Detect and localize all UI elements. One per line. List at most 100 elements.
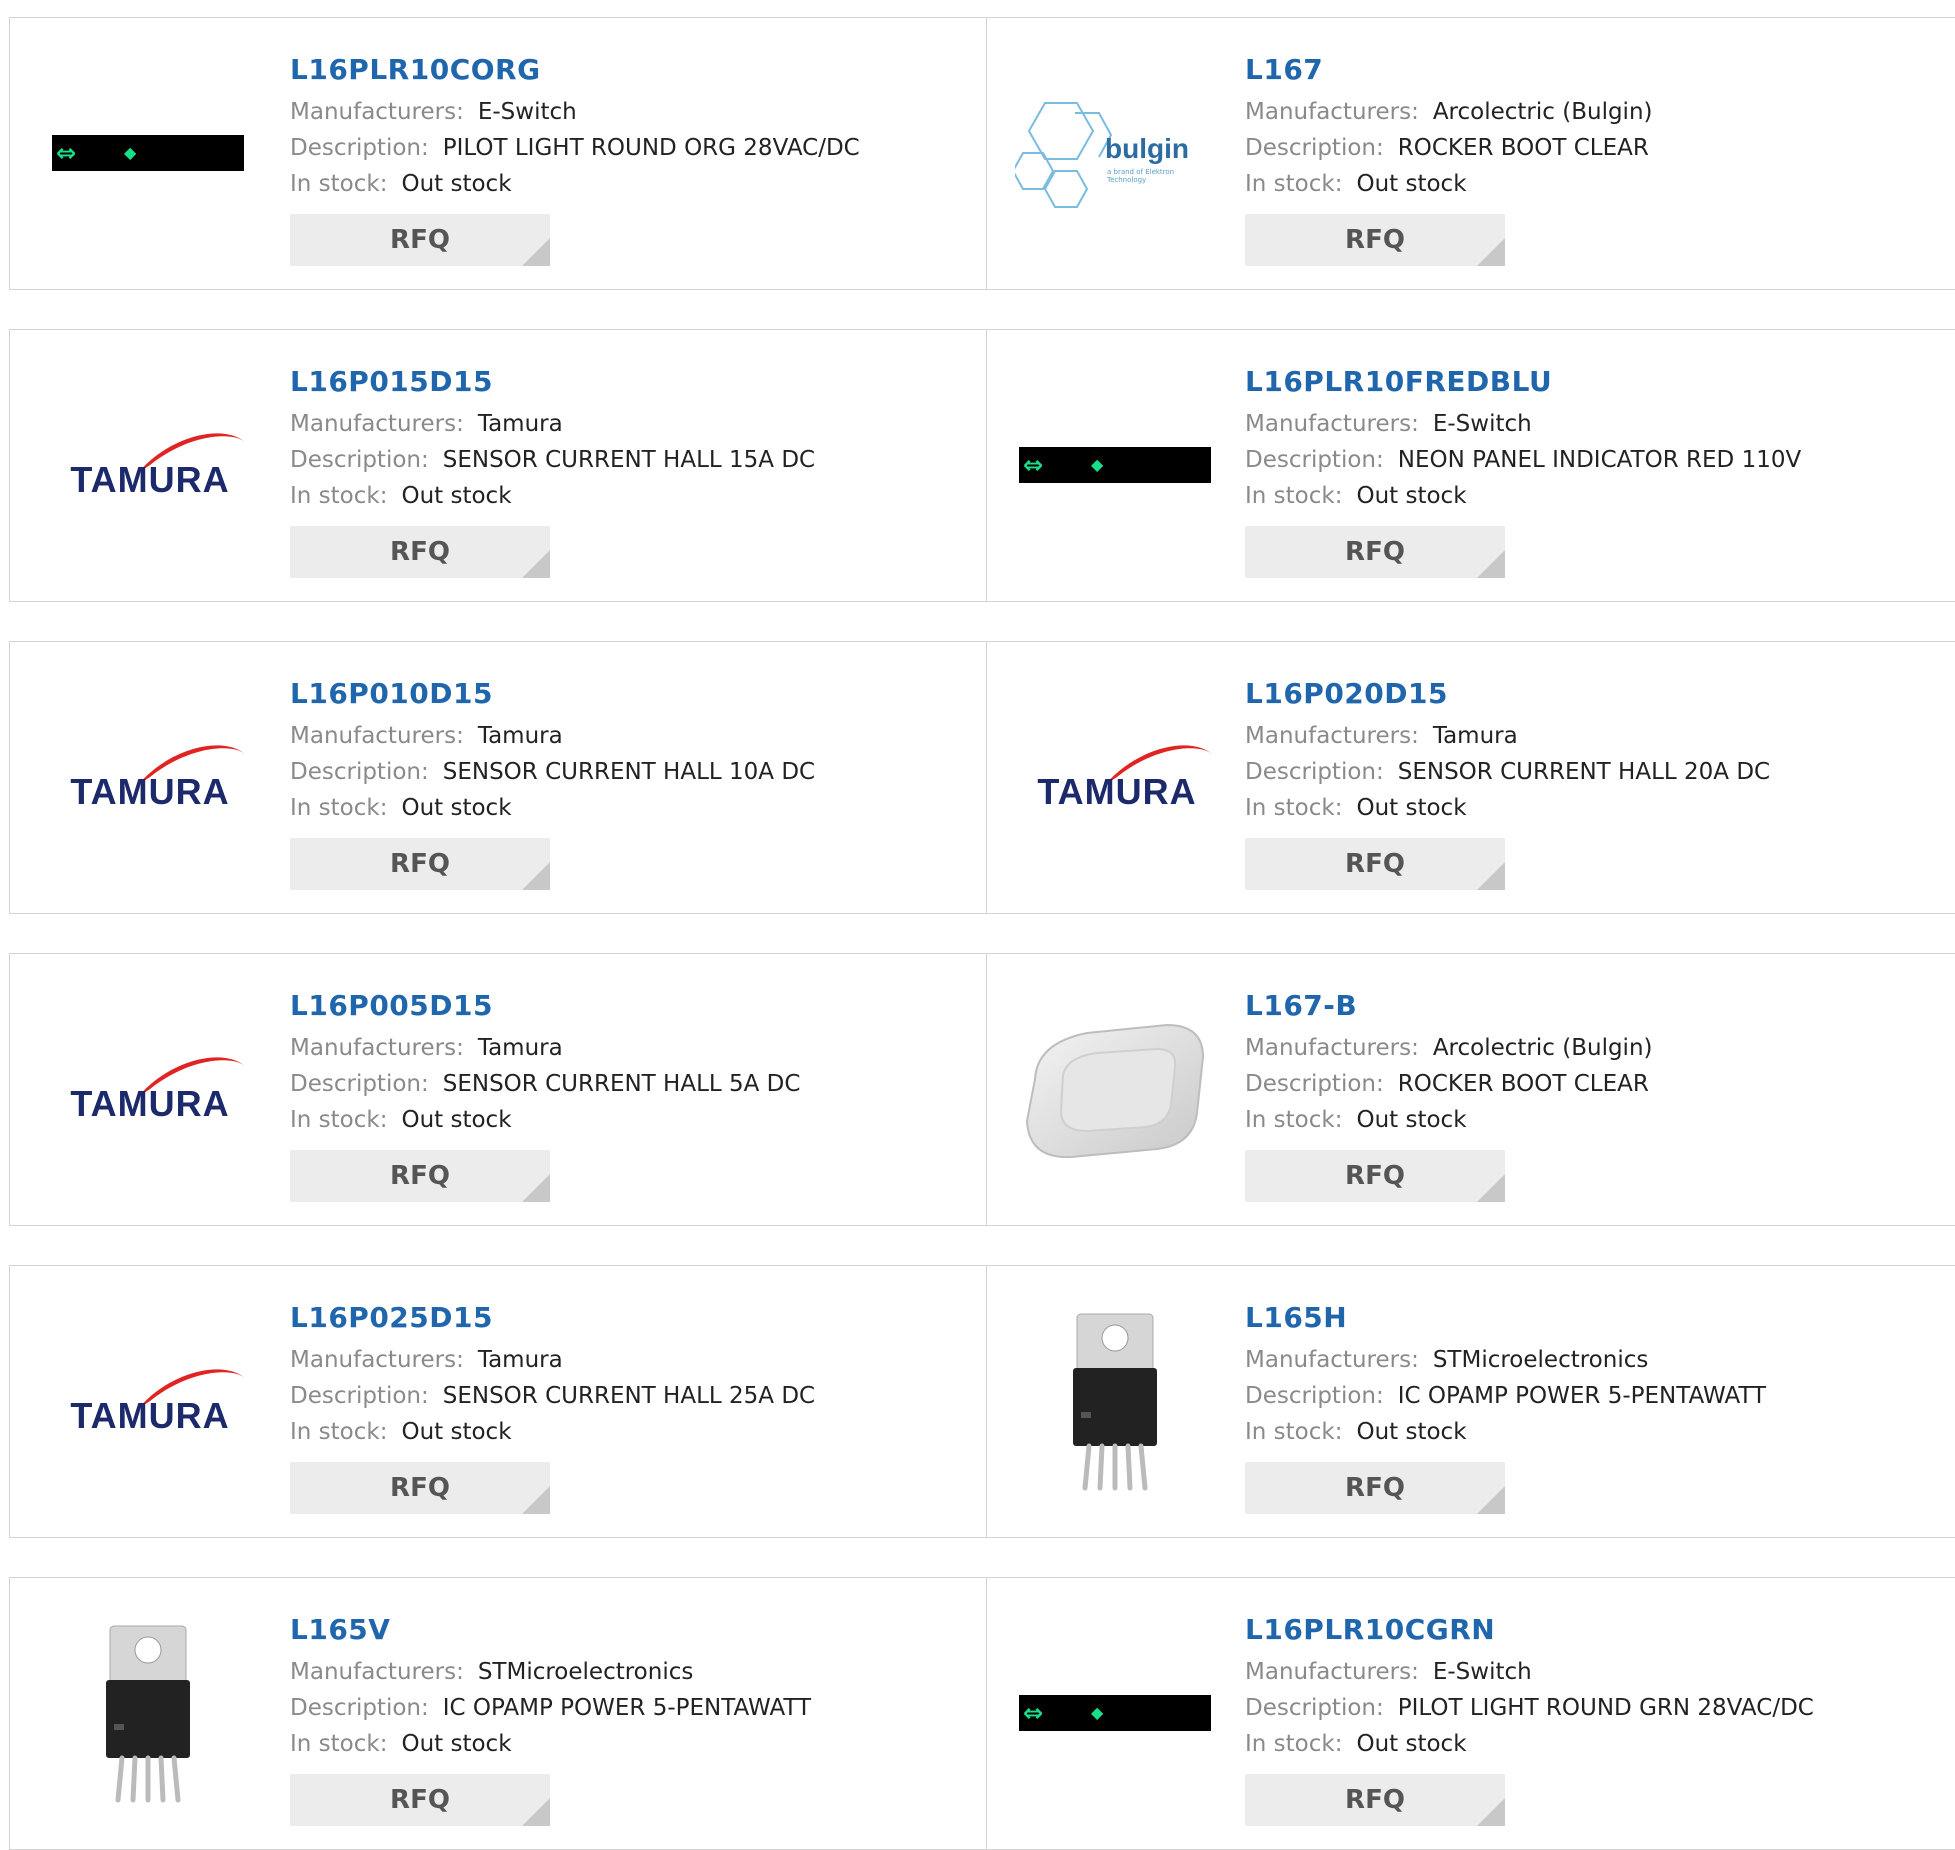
part-number-link[interactable]: L167-B — [1245, 986, 1357, 1026]
dot-indicator-icon: ◆ — [1091, 455, 1104, 474]
description-line: Description: IC OPAMP POWER 5-PENTAWATT — [1245, 1378, 1936, 1414]
manufacturer-line: Manufacturers: STMicroelectronics — [1245, 1342, 1936, 1378]
tamura-logo-mark: TAMURA — [50, 1361, 246, 1441]
stock-line: In stock: Out stock — [290, 1414, 966, 1450]
manufacturer-line: Manufacturers: STMicroelectronics — [290, 1654, 966, 1690]
stock-line: In stock: Out stock — [1245, 1414, 1936, 1450]
stock-line: In stock: Out stock — [290, 478, 966, 514]
product-info: L16P025D15 Manufacturers: Tamura Descript… — [290, 1298, 966, 1514]
tamura-logo-mark: TAMURA — [50, 425, 246, 505]
dot-indicator-icon: ◆ — [1091, 1703, 1104, 1722]
rfq-button[interactable]: RFQ — [1245, 1462, 1505, 1514]
indicator-bar: ⇔ ◆ — [52, 135, 244, 171]
bulgin-logo[interactable]: bulgin a brand of Elektron Technology — [1011, 58, 1215, 248]
description-label: Description: — [1245, 447, 1384, 473]
part-number-link[interactable]: L16P025D15 — [290, 1298, 493, 1338]
stock-value: Out stock — [401, 1731, 512, 1757]
bulgin-wordmark: bulgin — [1105, 133, 1189, 164]
rfq-corner-decoration — [1477, 1798, 1505, 1826]
manufacturer-label: Manufacturers: — [290, 99, 464, 125]
ic-package-picture — [1073, 1313, 1157, 1491]
rfq-button[interactable]: RFQ — [1245, 838, 1505, 890]
eswitch-indicator-image[interactable]: ⇔ ◆ — [1017, 370, 1213, 560]
manufacturer-value: Tamura — [1432, 723, 1518, 749]
rfq-button-label: RFQ — [390, 225, 450, 255]
part-number-link[interactable]: L165V — [290, 1610, 390, 1650]
rfq-corner-decoration — [522, 238, 550, 266]
part-number-link[interactable]: L16P020D15 — [1245, 674, 1448, 714]
indicator-bar: ⇔ ◆ — [1019, 1695, 1211, 1731]
manufacturer-value: E-Switch — [477, 99, 577, 125]
rfq-corner-decoration — [522, 1486, 550, 1514]
tamura-logo[interactable]: TAMURA — [50, 682, 246, 872]
part-number-link[interactable]: L16PLR10FREDBLU — [1245, 362, 1552, 402]
rfq-button[interactable]: RFQ — [290, 838, 550, 890]
tamura-logo[interactable]: TAMURA — [50, 370, 246, 560]
eswitch-indicator-image[interactable]: ⇔ ◆ — [1017, 1618, 1213, 1808]
tamura-wordmark: TAMURA — [70, 771, 230, 812]
product-card: TAMURA L16P020D15 Manufacturers: Tamura D… — [987, 642, 1955, 913]
product-card: ⇔ ◆ L16PLR10CORG Manufacturers: E-Switch D… — [10, 18, 987, 289]
stock-line: In stock: Out stock — [1245, 166, 1936, 202]
description-value: SENSOR CURRENT HALL 15A DC — [442, 447, 816, 473]
rfq-corner-decoration — [1477, 550, 1505, 578]
manufacturer-line: Manufacturers: E-Switch — [1245, 1654, 1936, 1690]
rfq-button[interactable]: RFQ — [290, 1774, 550, 1826]
rfq-button-label: RFQ — [1345, 225, 1405, 255]
rocker-boot-image[interactable] — [1017, 994, 1213, 1184]
tamura-logo[interactable]: TAMURA — [1017, 682, 1213, 872]
tamura-logo-mark: TAMURA — [50, 737, 246, 817]
pentawatt-package-image[interactable] — [1017, 1306, 1213, 1496]
rfq-button-label: RFQ — [1345, 1161, 1405, 1191]
product-row: ⇔ ◆ L16PLR10CORG Manufacturers: E-Switch D… — [9, 17, 1955, 290]
description-line: Description: ROCKER BOOT CLEAR — [1245, 130, 1936, 166]
part-number-link[interactable]: L16P005D15 — [290, 986, 493, 1026]
description-label: Description: — [1245, 1071, 1384, 1097]
rfq-corner-decoration — [1477, 238, 1505, 266]
stock-value: Out stock — [401, 483, 512, 509]
product-card: ⇔ ◆ L16PLR10FREDBLU Manufacturers: E-Switc… — [987, 330, 1955, 601]
eswitch-indicator-image[interactable]: ⇔ ◆ — [50, 58, 246, 248]
rfq-button-label: RFQ — [390, 1785, 450, 1815]
pentawatt-package-image[interactable] — [50, 1618, 246, 1808]
product-row: TAMURA L16P015D15 Manufacturers: Tamura D… — [9, 329, 1955, 602]
product-info: L16PLR10FREDBLU Manufacturers: E-Switch D… — [1245, 362, 1936, 578]
description-label: Description: — [290, 1071, 429, 1097]
product-info: L165H Manufacturers: STMicroelectronics D… — [1245, 1298, 1936, 1514]
part-number-link[interactable]: L167 — [1245, 50, 1323, 90]
stock-value: Out stock — [401, 171, 512, 197]
rfq-corner-decoration — [522, 550, 550, 578]
stock-label: In stock: — [290, 1107, 388, 1133]
part-number-link[interactable]: L16P010D15 — [290, 674, 493, 714]
dot-indicator-icon: ◆ — [124, 143, 137, 162]
description-label: Description: — [290, 135, 429, 161]
description-label: Description: — [290, 759, 429, 785]
ic-package-picture — [106, 1625, 190, 1803]
rfq-corner-decoration — [1477, 1486, 1505, 1514]
tamura-logo-mark: TAMURA — [50, 1049, 246, 1129]
part-number-link[interactable]: L165H — [1245, 1298, 1347, 1338]
manufacturer-value: Tamura — [477, 1347, 563, 1373]
stock-line: In stock: Out stock — [1245, 478, 1936, 514]
part-number-link[interactable]: L16P015D15 — [290, 362, 493, 402]
rfq-button[interactable]: RFQ — [1245, 214, 1505, 266]
rfq-button[interactable]: RFQ — [290, 1462, 550, 1514]
description-value: SENSOR CURRENT HALL 5A DC — [442, 1071, 801, 1097]
part-number-link[interactable]: L16PLR10CGRN — [1245, 1610, 1495, 1650]
tamura-logo[interactable]: TAMURA — [50, 994, 246, 1184]
stock-value: Out stock — [401, 1107, 512, 1133]
description-value: SENSOR CURRENT HALL 20A DC — [1397, 759, 1771, 785]
manufacturer-value: Tamura — [477, 723, 563, 749]
description-value: ROCKER BOOT CLEAR — [1397, 135, 1649, 161]
manufacturer-value: Tamura — [477, 411, 563, 437]
rfq-button[interactable]: RFQ — [1245, 526, 1505, 578]
tamura-logo[interactable]: TAMURA — [50, 1306, 246, 1496]
rfq-button[interactable]: RFQ — [1245, 1774, 1505, 1826]
rfq-button[interactable]: RFQ — [290, 214, 550, 266]
rfq-button[interactable]: RFQ — [290, 1150, 550, 1202]
bulgin-logo-mark: bulgin a brand of Elektron Technology — [1011, 93, 1215, 213]
rfq-button[interactable]: RFQ — [1245, 1150, 1505, 1202]
rfq-button[interactable]: RFQ — [290, 526, 550, 578]
product-card: TAMURA L16P010D15 Manufacturers: Tamura D… — [10, 642, 987, 913]
part-number-link[interactable]: L16PLR10CORG — [290, 50, 541, 90]
